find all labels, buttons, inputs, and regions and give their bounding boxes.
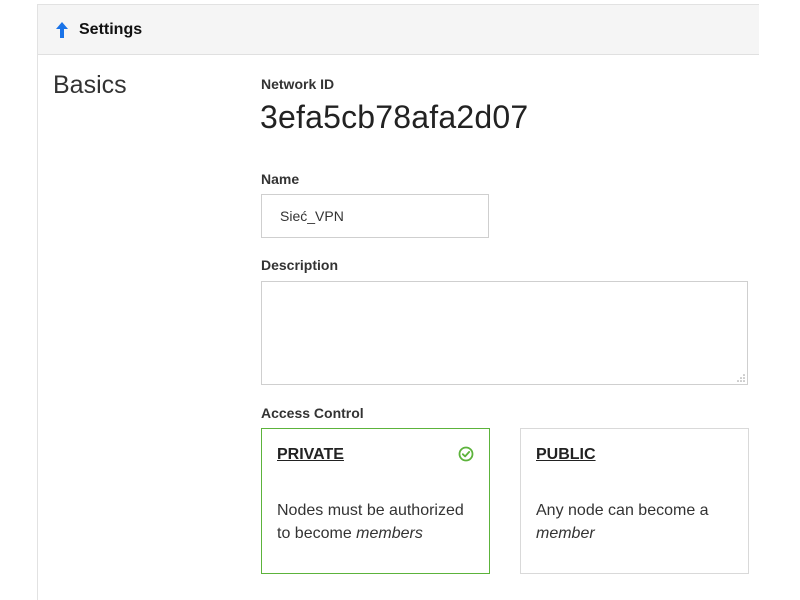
description-label: Description (261, 257, 339, 273)
network-id-label: Network ID (261, 76, 335, 92)
settings-panel: Settings Basics Network ID 3efa5cb78afa2… (37, 4, 759, 600)
access-control-label: Access Control (261, 405, 364, 421)
private-desc-emphasis: members (356, 525, 423, 542)
arrow-up-icon[interactable] (55, 21, 69, 39)
private-description: Nodes must be authorized to become membe… (277, 499, 477, 545)
settings-title: Settings (79, 20, 143, 38)
name-label: Name (261, 171, 300, 187)
private-title: PRIVATE (277, 446, 344, 463)
public-desc-text: Any node can become a (536, 502, 709, 519)
public-desc-emphasis: member (536, 525, 595, 542)
check-circle-icon (458, 446, 474, 462)
resize-handle-icon[interactable] (736, 373, 745, 382)
access-option-private[interactable]: PRIVATE Nodes must be authorized to beco… (261, 428, 490, 574)
public-title: PUBLIC (536, 446, 596, 463)
description-textarea[interactable] (261, 281, 748, 385)
access-option-public[interactable]: PUBLIC Any node can become a member (520, 428, 749, 574)
public-description: Any node can become a member (536, 499, 736, 545)
settings-header[interactable]: Settings (38, 5, 759, 55)
name-input[interactable] (261, 194, 489, 238)
network-id-value: 3efa5cb78afa2d07 (260, 99, 529, 135)
section-title-basics: Basics (53, 71, 127, 99)
